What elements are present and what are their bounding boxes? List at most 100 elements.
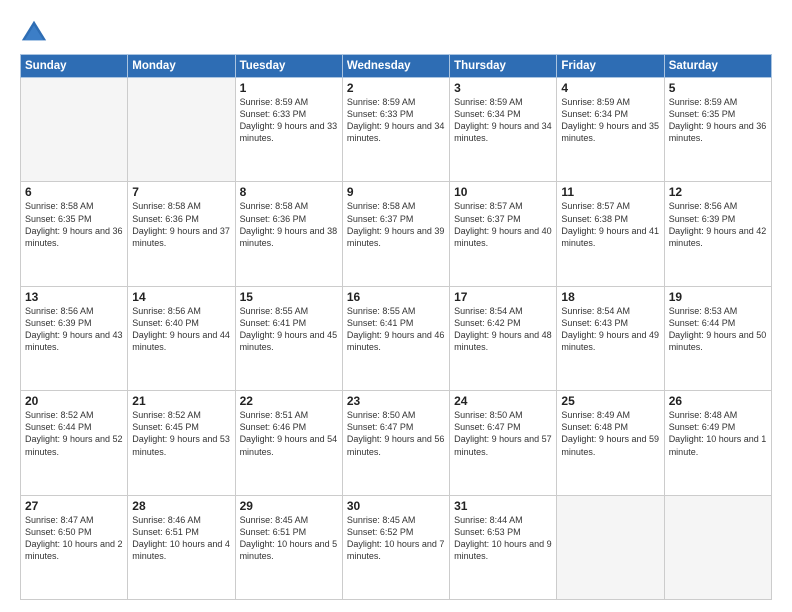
cell-info: Sunrise: 8:47 AM Sunset: 6:50 PM Dayligh… [25,514,123,563]
logo [20,18,50,46]
day-number: 20 [25,394,123,408]
calendar-table: SundayMondayTuesdayWednesdayThursdayFrid… [20,54,772,600]
cell-info: Sunrise: 8:54 AM Sunset: 6:43 PM Dayligh… [561,305,659,354]
cell-info: Sunrise: 8:59 AM Sunset: 6:33 PM Dayligh… [240,96,338,145]
cell-info: Sunrise: 8:58 AM Sunset: 6:36 PM Dayligh… [132,200,230,249]
calendar-cell [128,78,235,182]
cell-info: Sunrise: 8:59 AM Sunset: 6:33 PM Dayligh… [347,96,445,145]
cell-info: Sunrise: 8:54 AM Sunset: 6:42 PM Dayligh… [454,305,552,354]
cell-info: Sunrise: 8:57 AM Sunset: 6:37 PM Dayligh… [454,200,552,249]
weekday-header-row: SundayMondayTuesdayWednesdayThursdayFrid… [21,55,772,78]
calendar-cell: 18Sunrise: 8:54 AM Sunset: 6:43 PM Dayli… [557,286,664,390]
day-number: 23 [347,394,445,408]
cell-info: Sunrise: 8:48 AM Sunset: 6:49 PM Dayligh… [669,409,767,458]
calendar-cell: 14Sunrise: 8:56 AM Sunset: 6:40 PM Dayli… [128,286,235,390]
cell-info: Sunrise: 8:46 AM Sunset: 6:51 PM Dayligh… [132,514,230,563]
calendar-cell: 6Sunrise: 8:58 AM Sunset: 6:35 PM Daylig… [21,182,128,286]
day-number: 7 [132,185,230,199]
weekday-header-sunday: Sunday [21,55,128,78]
cell-info: Sunrise: 8:56 AM Sunset: 6:40 PM Dayligh… [132,305,230,354]
cell-info: Sunrise: 8:59 AM Sunset: 6:34 PM Dayligh… [454,96,552,145]
calendar-cell: 24Sunrise: 8:50 AM Sunset: 6:47 PM Dayli… [450,391,557,495]
day-number: 19 [669,290,767,304]
day-number: 24 [454,394,552,408]
day-number: 26 [669,394,767,408]
calendar-cell: 1Sunrise: 8:59 AM Sunset: 6:33 PM Daylig… [235,78,342,182]
cell-info: Sunrise: 8:59 AM Sunset: 6:35 PM Dayligh… [669,96,767,145]
calendar-cell: 17Sunrise: 8:54 AM Sunset: 6:42 PM Dayli… [450,286,557,390]
calendar-cell: 13Sunrise: 8:56 AM Sunset: 6:39 PM Dayli… [21,286,128,390]
calendar-cell: 27Sunrise: 8:47 AM Sunset: 6:50 PM Dayli… [21,495,128,599]
calendar-cell: 10Sunrise: 8:57 AM Sunset: 6:37 PM Dayli… [450,182,557,286]
calendar-cell: 9Sunrise: 8:58 AM Sunset: 6:37 PM Daylig… [342,182,449,286]
calendar-cell [557,495,664,599]
day-number: 1 [240,81,338,95]
calendar-cell: 30Sunrise: 8:45 AM Sunset: 6:52 PM Dayli… [342,495,449,599]
calendar-cell: 15Sunrise: 8:55 AM Sunset: 6:41 PM Dayli… [235,286,342,390]
cell-info: Sunrise: 8:45 AM Sunset: 6:51 PM Dayligh… [240,514,338,563]
calendar-cell: 22Sunrise: 8:51 AM Sunset: 6:46 PM Dayli… [235,391,342,495]
calendar-cell: 7Sunrise: 8:58 AM Sunset: 6:36 PM Daylig… [128,182,235,286]
day-number: 29 [240,499,338,513]
cell-info: Sunrise: 8:55 AM Sunset: 6:41 PM Dayligh… [347,305,445,354]
cell-info: Sunrise: 8:45 AM Sunset: 6:52 PM Dayligh… [347,514,445,563]
day-number: 25 [561,394,659,408]
day-number: 15 [240,290,338,304]
day-number: 3 [454,81,552,95]
week-row-1: 1Sunrise: 8:59 AM Sunset: 6:33 PM Daylig… [21,78,772,182]
cell-info: Sunrise: 8:52 AM Sunset: 6:45 PM Dayligh… [132,409,230,458]
calendar-cell: 25Sunrise: 8:49 AM Sunset: 6:48 PM Dayli… [557,391,664,495]
day-number: 31 [454,499,552,513]
day-number: 30 [347,499,445,513]
day-number: 12 [669,185,767,199]
day-number: 21 [132,394,230,408]
cell-info: Sunrise: 8:59 AM Sunset: 6:34 PM Dayligh… [561,96,659,145]
calendar-cell [664,495,771,599]
week-row-5: 27Sunrise: 8:47 AM Sunset: 6:50 PM Dayli… [21,495,772,599]
calendar-cell: 4Sunrise: 8:59 AM Sunset: 6:34 PM Daylig… [557,78,664,182]
day-number: 22 [240,394,338,408]
calendar-cell: 20Sunrise: 8:52 AM Sunset: 6:44 PM Dayli… [21,391,128,495]
cell-info: Sunrise: 8:56 AM Sunset: 6:39 PM Dayligh… [25,305,123,354]
weekday-header-wednesday: Wednesday [342,55,449,78]
weekday-header-friday: Friday [557,55,664,78]
calendar-cell: 3Sunrise: 8:59 AM Sunset: 6:34 PM Daylig… [450,78,557,182]
day-number: 11 [561,185,659,199]
cell-info: Sunrise: 8:58 AM Sunset: 6:37 PM Dayligh… [347,200,445,249]
calendar-cell: 12Sunrise: 8:56 AM Sunset: 6:39 PM Dayli… [664,182,771,286]
day-number: 17 [454,290,552,304]
weekday-header-monday: Monday [128,55,235,78]
weekday-header-thursday: Thursday [450,55,557,78]
day-number: 28 [132,499,230,513]
cell-info: Sunrise: 8:44 AM Sunset: 6:53 PM Dayligh… [454,514,552,563]
calendar-cell: 16Sunrise: 8:55 AM Sunset: 6:41 PM Dayli… [342,286,449,390]
page: SundayMondayTuesdayWednesdayThursdayFrid… [0,0,792,612]
cell-info: Sunrise: 8:50 AM Sunset: 6:47 PM Dayligh… [454,409,552,458]
cell-info: Sunrise: 8:56 AM Sunset: 6:39 PM Dayligh… [669,200,767,249]
cell-info: Sunrise: 8:58 AM Sunset: 6:36 PM Dayligh… [240,200,338,249]
cell-info: Sunrise: 8:52 AM Sunset: 6:44 PM Dayligh… [25,409,123,458]
day-number: 16 [347,290,445,304]
calendar-cell: 29Sunrise: 8:45 AM Sunset: 6:51 PM Dayli… [235,495,342,599]
calendar-cell: 26Sunrise: 8:48 AM Sunset: 6:49 PM Dayli… [664,391,771,495]
logo-icon [20,18,48,46]
calendar-cell: 23Sunrise: 8:50 AM Sunset: 6:47 PM Dayli… [342,391,449,495]
day-number: 6 [25,185,123,199]
day-number: 8 [240,185,338,199]
week-row-4: 20Sunrise: 8:52 AM Sunset: 6:44 PM Dayli… [21,391,772,495]
calendar-cell: 21Sunrise: 8:52 AM Sunset: 6:45 PM Dayli… [128,391,235,495]
day-number: 10 [454,185,552,199]
weekday-header-saturday: Saturday [664,55,771,78]
calendar-cell: 31Sunrise: 8:44 AM Sunset: 6:53 PM Dayli… [450,495,557,599]
day-number: 4 [561,81,659,95]
calendar-cell: 28Sunrise: 8:46 AM Sunset: 6:51 PM Dayli… [128,495,235,599]
day-number: 27 [25,499,123,513]
day-number: 2 [347,81,445,95]
calendar-cell: 8Sunrise: 8:58 AM Sunset: 6:36 PM Daylig… [235,182,342,286]
week-row-2: 6Sunrise: 8:58 AM Sunset: 6:35 PM Daylig… [21,182,772,286]
day-number: 14 [132,290,230,304]
calendar-cell [21,78,128,182]
weekday-header-tuesday: Tuesday [235,55,342,78]
header [20,18,772,46]
day-number: 18 [561,290,659,304]
